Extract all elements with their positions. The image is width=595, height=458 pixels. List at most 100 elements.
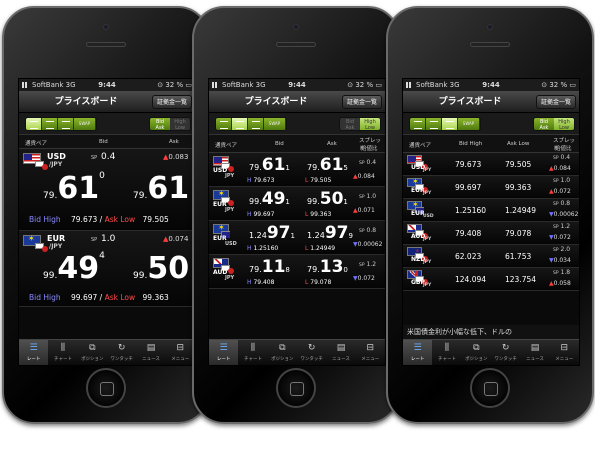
table-row[interactable]: AUDJPY79.40879.078SP 1.20.072 <box>403 222 579 245</box>
tab-rate[interactable]: ☰ レート <box>403 340 433 365</box>
spread-value: SP 1.8 <box>553 269 571 276</box>
bid-high-value[interactable]: 99.697 <box>455 183 481 192</box>
bid-price[interactable]: 99.491 <box>249 189 290 209</box>
tab-menu[interactable]: ⊟ メニュー <box>356 340 385 365</box>
price-toggle[interactable]: Bid Ask High Low <box>149 117 191 131</box>
margin-list-button[interactable]: 証拠金一覧 <box>341 95 382 109</box>
change-value: 0.058 <box>553 280 571 287</box>
quote-currency: USD <box>225 241 237 247</box>
ask-price[interactable]: 79.130 <box>307 257 348 277</box>
margin-list-button[interactable]: 証拠金一覧 <box>535 95 576 109</box>
tab-position[interactable]: ⧉ ポジション <box>462 340 491 365</box>
high-value: H 99.697 <box>247 211 275 218</box>
news-ticker[interactable]: 米国債金利が小幅な低下、ドルの <box>403 325 579 339</box>
change-down-icon: 0.034 <box>549 257 571 264</box>
margin-list-button[interactable]: 証拠金一覧 <box>151 95 192 109</box>
layout-medium-button[interactable] <box>42 118 58 130</box>
table-row[interactable]: EURUSD1.251601.24949SP 0.80.00062 <box>403 199 579 222</box>
nav-bar: プライスボード 証拠金一覧 <box>19 91 195 113</box>
bid-high-value[interactable]: 124.094 <box>455 275 486 284</box>
bid-price[interactable]: 79.118 <box>249 257 290 277</box>
swap-button[interactable]: SWAP <box>458 118 480 130</box>
high-low-toggle[interactable]: High Low <box>170 118 190 130</box>
ask-price[interactable]: 99.50 <box>133 251 189 286</box>
status-bar: SoftBank 3G 9:44 ⊙ 32 % ▭ <box>209 79 385 91</box>
table-row[interactable]: EURUSD1.249711.24979H 1.25160L 1.24949SP… <box>209 221 385 255</box>
candlestick-icon: ⫼ <box>250 343 256 353</box>
high-value: H 1.25160 <box>247 245 279 252</box>
tab-position[interactable]: ⧉ ポジション <box>78 340 107 365</box>
tab-one-touch[interactable]: ↻ ワンタッチ <box>107 340 136 365</box>
news-icon: ▤ <box>146 343 156 353</box>
bid-high-value[interactable]: 79.408 <box>455 229 481 238</box>
tab-menu[interactable]: ⊟ メニュー <box>550 340 579 365</box>
ask-low-value[interactable]: 123.754 <box>505 275 536 284</box>
tab-chart[interactable]: ⫼ チャート <box>238 340 267 365</box>
layout-medium-button[interactable] <box>426 118 442 130</box>
ask-price[interactable]: 1.24979 <box>307 223 353 243</box>
rate-list: USDJPY79.67379.505SP 0.40.084EURJPY99.69… <box>403 153 579 291</box>
tab-chart[interactable]: ⫼ チャート <box>432 340 461 365</box>
position-icon: ⧉ <box>279 343 286 353</box>
ask-low-value[interactable]: 61.753 <box>505 252 531 261</box>
tab-rate[interactable]: ☰ レート <box>19 340 49 365</box>
tab-news[interactable]: ▤ ニュース <box>136 340 165 365</box>
bid-high-value[interactable]: 1.25160 <box>455 206 486 215</box>
high-low-toggle[interactable]: High Low <box>554 118 574 130</box>
price-toggle[interactable]: Bid Ask High Low <box>339 117 381 131</box>
change-up-icon: 0.074 <box>163 235 188 243</box>
tab-position[interactable]: ⧉ ポジション <box>268 340 297 365</box>
table-row[interactable]: GBPJPY124.094123.754SP 1.80.058 <box>403 268 579 291</box>
layout-compact-button[interactable] <box>58 118 74 130</box>
ask-low-value[interactable]: 99.363 <box>505 183 531 192</box>
table-row[interactable]: USD JPY 79.611 79.615 H 79.673 L 79.505 SP 0.4… <box>209 153 385 187</box>
table-row[interactable]: USDJPY79.67379.505SP 0.40.084 <box>403 153 579 176</box>
layout-compact-button[interactable] <box>442 118 458 130</box>
table-row[interactable]: NZDJPY62.02361.753SP 2.00.034 <box>403 245 579 268</box>
ask-low-value[interactable]: 79.505 <box>505 160 531 169</box>
bid-price[interactable]: 79.611 <box>249 155 290 175</box>
tab-news[interactable]: ▤ ニュース <box>326 340 355 365</box>
phone-1: SoftBank 3G 9:44 ⊙ 32 % ▭ プライスボード 証拠金一覧 … <box>2 6 210 424</box>
bid-high-value[interactable]: 62.023 <box>455 252 481 261</box>
bid-price[interactable]: 79.610 <box>43 171 105 206</box>
table-row[interactable]: USD /JPY SP 0.4 0.083 79.610 79.61 Bid H… <box>19 149 195 231</box>
layout-medium-button[interactable] <box>232 118 248 130</box>
ask-price[interactable]: 79.615 <box>307 155 348 175</box>
tab-one-touch[interactable]: ↻ ワンタッチ <box>491 340 520 365</box>
table-row[interactable]: EUR /JPY SP 1.0 0.074 99.494 99.50 Bid H… <box>19 231 195 307</box>
ask-low-value[interactable]: 1.24949 <box>505 206 536 215</box>
layout-large-button[interactable] <box>410 118 426 130</box>
home-button[interactable] <box>276 368 316 408</box>
layout-large-button[interactable] <box>26 118 42 130</box>
home-button[interactable] <box>86 368 126 408</box>
high-low-toggle[interactable]: High Low <box>360 118 380 130</box>
bid-ask-toggle[interactable]: Bid Ask <box>150 118 170 130</box>
bid-price[interactable]: 99.494 <box>43 251 105 286</box>
tab-news[interactable]: ▤ ニュース <box>520 340 549 365</box>
layout-segment: SWAP <box>215 117 287 131</box>
ask-price[interactable]: 79.61 <box>133 171 189 206</box>
table-row[interactable]: EURJPY99.49199.501H 99.697L 99.363SP 1.0… <box>209 187 385 221</box>
header-ask-low: Ask Low <box>507 141 530 147</box>
ask-low-value[interactable]: 79.078 <box>505 229 531 238</box>
layout-large-button[interactable] <box>216 118 232 130</box>
tab-one-touch[interactable]: ↻ ワンタッチ <box>297 340 326 365</box>
layout-compact-button[interactable] <box>248 118 264 130</box>
tab-chart[interactable]: ⫼ チャート <box>48 340 77 365</box>
bid-ask-toggle[interactable]: Bid Ask <box>340 118 360 130</box>
bid-high-value[interactable]: 79.673 <box>455 160 481 169</box>
table-row[interactable]: AUD JPY 79.118 79.130 H 79.408 L 79.078 SP 1.2… <box>209 255 385 289</box>
page-title: プライスボード <box>54 97 118 107</box>
table-row[interactable]: EURJPY99.69799.363SP 1.00.072 <box>403 176 579 199</box>
home-button[interactable] <box>470 368 510 408</box>
tab-menu[interactable]: ⊟ メニュー <box>166 340 195 365</box>
swap-button[interactable]: SWAP <box>264 118 286 130</box>
ask-price[interactable]: 99.501 <box>307 189 348 209</box>
swap-button[interactable]: SWAP <box>74 118 96 130</box>
price-toggle[interactable]: Bid Ask High Low <box>533 117 575 131</box>
bid-ask-toggle[interactable]: Bid Ask <box>534 118 554 130</box>
layout-segment: SWAP <box>25 117 97 131</box>
tab-rate[interactable]: ☰ レート <box>209 340 239 365</box>
bid-price[interactable]: 1.24971 <box>249 223 295 243</box>
